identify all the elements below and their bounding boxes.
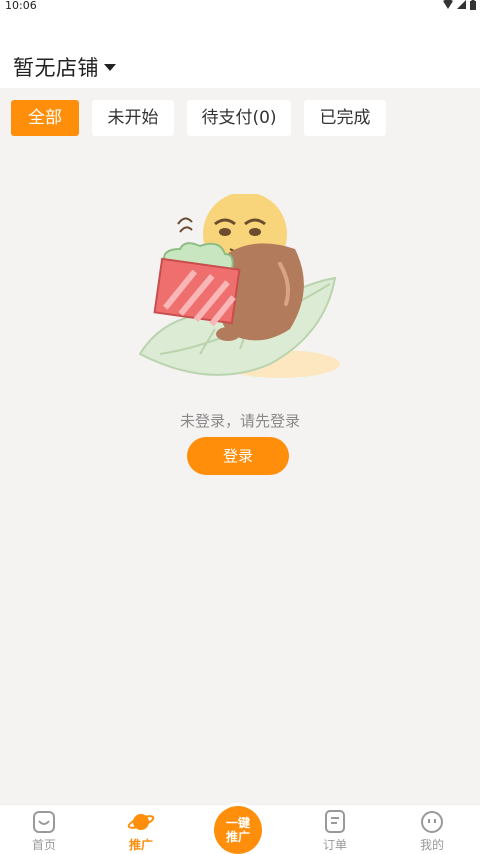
nav-label-profile: 我的: [419, 838, 444, 852]
nav-item-home[interactable]: 首页: [0, 805, 92, 853]
wifi-icon: [443, 0, 453, 9]
header: 暂无店铺: [0, 14, 480, 88]
tab-not-started[interactable]: 未开始: [92, 100, 174, 136]
empty-state-message: 未登录，请先登录: [179, 412, 300, 430]
filter-tabs: 全部 未开始 待支付(0) 已完成: [11, 100, 399, 136]
nav-item-promote[interactable]: 推广: [93, 805, 189, 853]
tab-completed[interactable]: 已完成: [304, 100, 386, 136]
nav-item-profile[interactable]: 我的: [384, 805, 480, 853]
status-time: 10:06: [5, 0, 37, 12]
tab-all[interactable]: 全部: [11, 100, 79, 136]
caret-down-icon: [104, 63, 116, 71]
status-bar: 10:06: [0, 0, 480, 14]
nav-item-orders[interactable]: 订单: [287, 805, 383, 853]
signal-icon: [457, 0, 466, 9]
content-area: 全部 未开始 待支付(0) 已完成 未登录，请先登录 登录: [0, 88, 480, 804]
one-click-promote-button[interactable]: 一键 推广: [214, 806, 262, 854]
store-selector[interactable]: 暂无店铺: [13, 52, 116, 82]
nav-label-promote: 推广: [128, 838, 153, 852]
status-icons: [443, 0, 476, 10]
battery-icon: [470, 0, 476, 10]
store-name: 暂无店铺: [13, 56, 99, 80]
login-button[interactable]: 登录: [187, 437, 289, 475]
center-button-line1: 一键: [225, 816, 250, 830]
center-button-line2: 推广: [225, 830, 250, 844]
planet-icon: [127, 814, 155, 830]
profile-icon: [421, 811, 443, 833]
empty-state-illustration: [138, 194, 340, 378]
nav-label-orders: 订单: [322, 838, 347, 852]
home-icon: [33, 811, 55, 833]
tab-pending-payment[interactable]: 待支付(0): [187, 100, 291, 136]
nav-label-home: 首页: [31, 838, 56, 852]
order-icon: [325, 810, 345, 833]
